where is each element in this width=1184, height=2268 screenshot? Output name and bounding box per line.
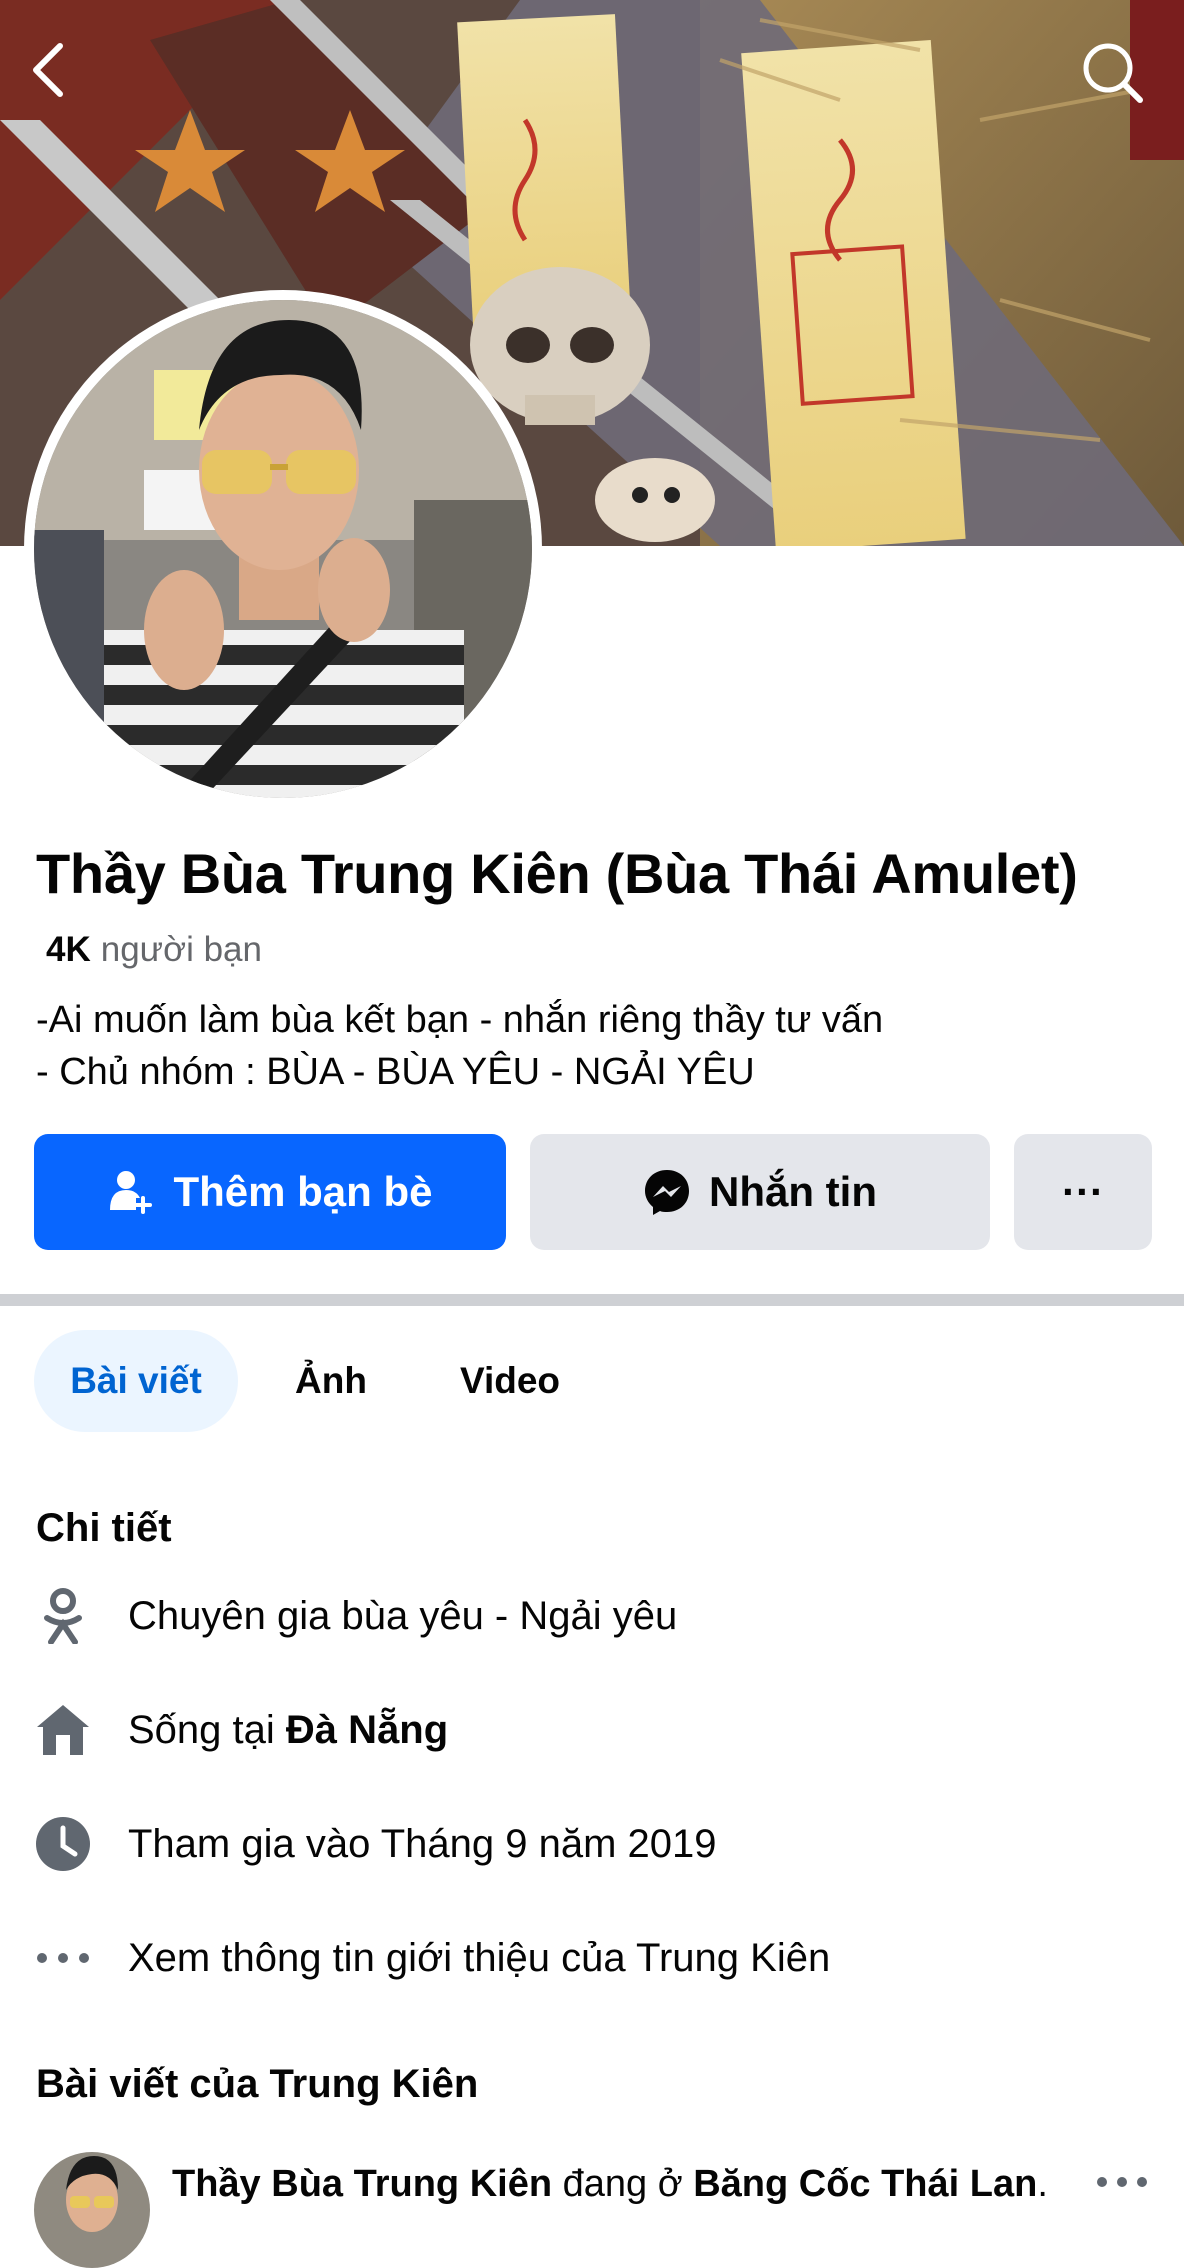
post-header-period: . bbox=[1037, 2163, 1048, 2205]
profile-name: Thầy Bùa Trung Kiên (Bùa Thái Amulet) bbox=[36, 842, 1078, 905]
post-header-text: Thầy Bùa Trung Kiên đang ở Băng Cốc Thái… bbox=[172, 2158, 1048, 2210]
post-author-avatar[interactable] bbox=[34, 2152, 150, 2268]
search-icon bbox=[1083, 43, 1143, 103]
details-title: Chi tiết bbox=[36, 1506, 172, 1550]
detail-location-prefix: Sống tại bbox=[128, 1707, 286, 1752]
search-button[interactable] bbox=[1080, 40, 1160, 120]
add-friend-label: Thêm bạn bè bbox=[173, 1168, 433, 1215]
tab-photos[interactable]: Ảnh bbox=[266, 1330, 396, 1432]
posts-title: Bài viết của Trung Kiên bbox=[36, 2062, 479, 2106]
post-location-name[interactable]: Băng Cốc Thái Lan bbox=[693, 2163, 1037, 2205]
detail-see-about-text: Xem thông tin giới thiệu của Trung Kiên bbox=[128, 1935, 831, 1980]
job-icon bbox=[44, 1588, 82, 1644]
more-options-button[interactable]: ··· bbox=[1014, 1134, 1152, 1250]
bio-line-1: -Ai muốn làm bùa kết bạn - nhắn riêng th… bbox=[36, 999, 884, 1041]
post-location-connector: đang ở bbox=[552, 2163, 694, 2205]
add-friend-button[interactable]: Thêm bạn bè bbox=[34, 1134, 506, 1250]
avatar-photo bbox=[34, 300, 532, 798]
profile-bio: -Ai muốn làm bùa kết bạn - nhắn riêng th… bbox=[36, 994, 883, 1098]
clock-icon bbox=[36, 1817, 90, 1871]
chevron-left-icon bbox=[33, 43, 63, 97]
post-avatar-photo bbox=[34, 2152, 150, 2268]
more-dots-icon bbox=[37, 1953, 89, 1963]
tab-video[interactable]: Video bbox=[432, 1330, 588, 1432]
detail-location: Sống tại Đà Nẵng bbox=[34, 1690, 448, 1770]
detail-see-about[interactable]: Xem thông tin giới thiệu của Trung Kiên bbox=[34, 1918, 830, 1998]
detail-job: Chuyên gia bùa yêu - Ngải yêu bbox=[34, 1576, 677, 1656]
friends-count-label: người bạn bbox=[100, 930, 262, 969]
add-friend-icon bbox=[110, 1171, 153, 1214]
home-icon bbox=[37, 1705, 89, 1755]
section-divider bbox=[0, 1294, 1184, 1306]
message-button[interactable]: Nhắn tin bbox=[530, 1134, 990, 1250]
post-author-name[interactable]: Thầy Bùa Trung Kiên bbox=[172, 2163, 552, 2205]
detail-job-text: Chuyên gia bùa yêu - Ngải yêu bbox=[128, 1593, 678, 1638]
tab-posts[interactable]: Bài viết bbox=[34, 1330, 238, 1432]
bio-line-2: - Chủ nhóm : BÙA - BÙA YÊU - NGẢI YÊU bbox=[36, 1051, 755, 1093]
more-dots-icon bbox=[1097, 2177, 1147, 2187]
messenger-icon bbox=[645, 1170, 689, 1215]
friends-count[interactable]: 4K người bạn bbox=[46, 926, 262, 974]
profile-avatar[interactable] bbox=[24, 290, 542, 808]
friends-count-value: 4K bbox=[46, 930, 91, 969]
detail-joined: Tham gia vào Tháng 9 năm 2019 bbox=[34, 1804, 717, 1884]
more-dots-icon: ··· bbox=[1062, 1168, 1104, 1215]
post-more-button[interactable] bbox=[1090, 2160, 1154, 2204]
message-label: Nhắn tin bbox=[709, 1168, 877, 1215]
back-button[interactable] bbox=[26, 40, 106, 120]
detail-joined-text: Tham gia vào Tháng 9 năm 2019 bbox=[128, 1821, 717, 1866]
detail-location-city[interactable]: Đà Nẵng bbox=[286, 1708, 448, 1752]
detail-location-text: Sống tại Đà Nẵng bbox=[128, 1708, 448, 1753]
